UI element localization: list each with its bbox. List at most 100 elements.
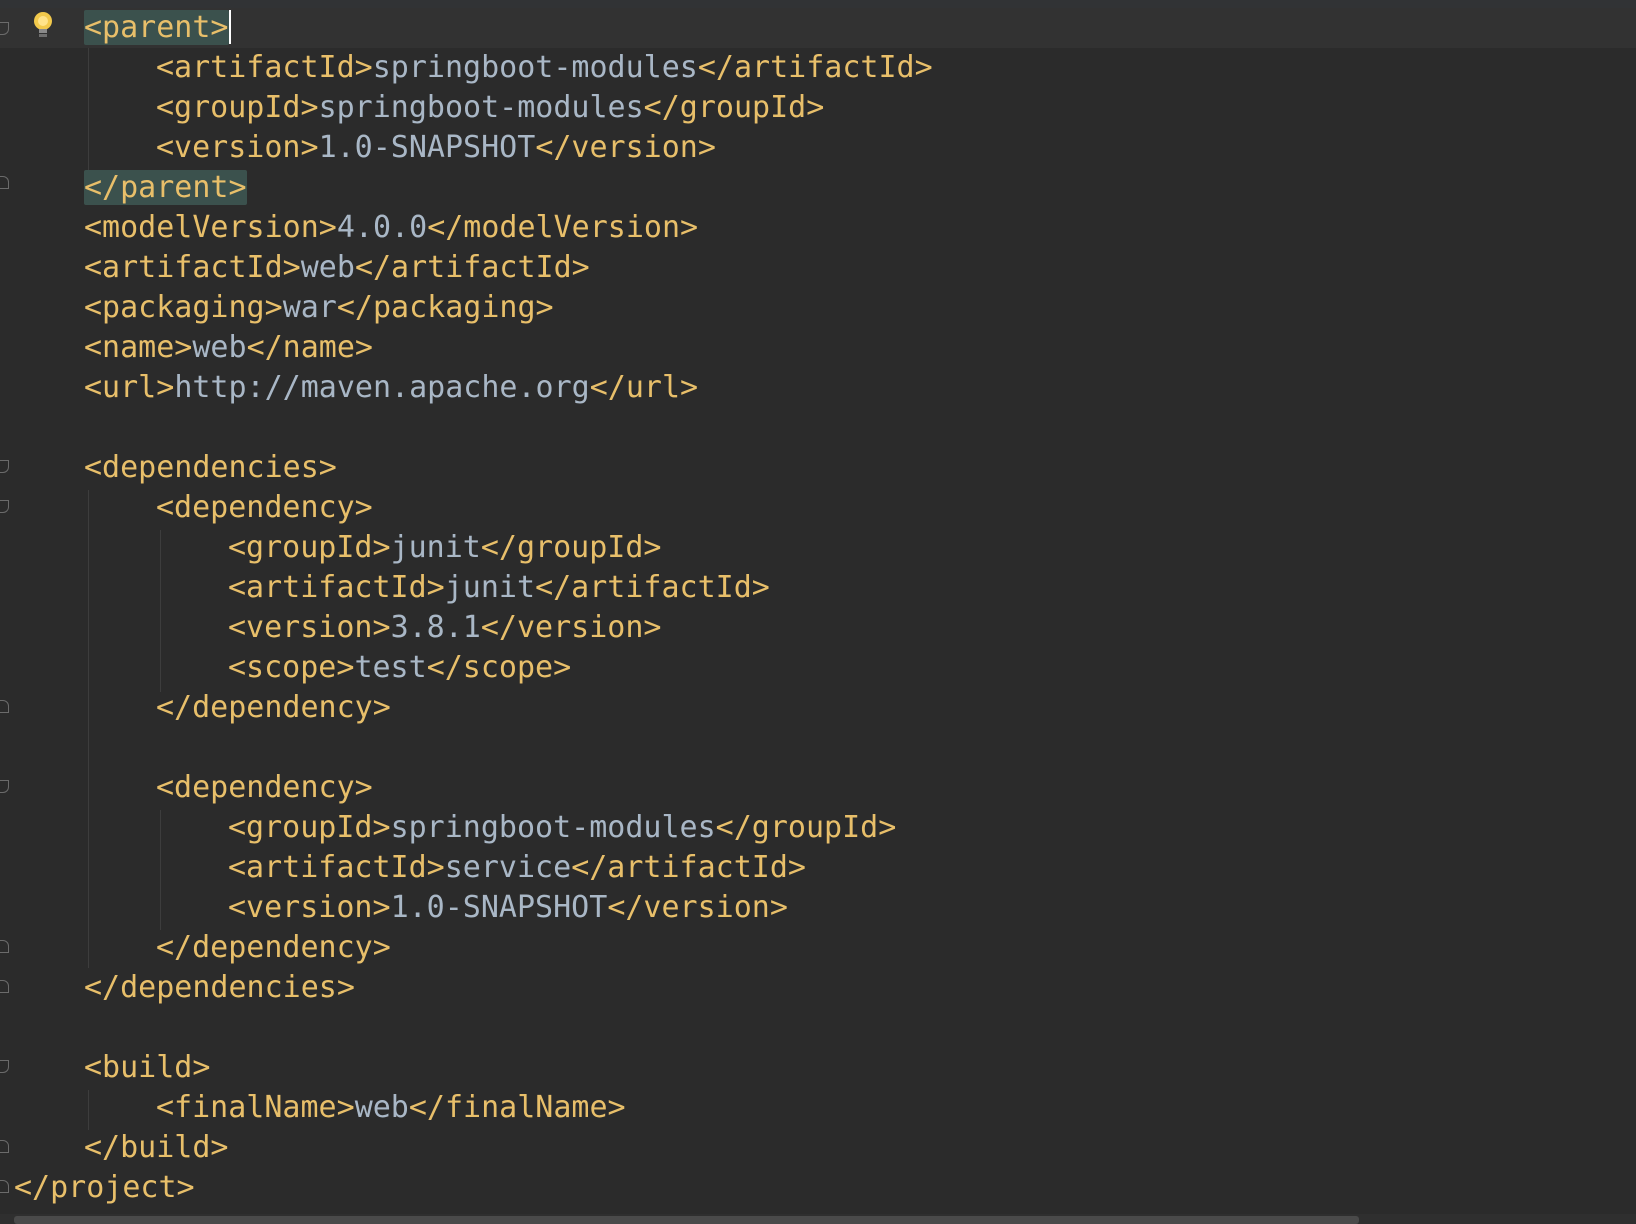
xml-tag: <version> [228,610,391,645]
xml-tag: <artifactId> [156,50,373,85]
xml-tag: <artifactId> [228,570,445,605]
fold-marker-icon[interactable] [0,1140,9,1153]
xml-value: 4.0.0 [336,210,428,245]
xml-value: web [192,330,247,365]
indent-guide [88,48,89,170]
fold-marker-icon[interactable] [0,700,9,713]
previous-line-fragment [0,0,1636,8]
xml-tag: </project> [14,1170,195,1205]
code-line[interactable]: <version>1.0-SNAPSHOT</version> [228,888,788,928]
code-line[interactable]: <artifactId>junit</artifactId> [228,568,770,608]
xml-tag: </artifactId> [571,850,806,885]
xml-value: springboot-modules [390,810,716,845]
xml-tag: </modelVersion> [427,210,699,245]
code-line[interactable]: <dependency> [156,488,373,528]
xml-tag: </parent> [84,170,247,205]
code-line[interactable]: <name>web</name> [84,328,373,368]
xml-tag: </groupId> [480,530,662,565]
xml-tag: </version> [535,130,716,165]
text-cursor [228,9,231,44]
xml-tag: </packaging> [336,290,554,325]
code-line[interactable]: <finalName>web</finalName> [156,1088,626,1128]
code-line[interactable]: </build> [84,1128,229,1168]
xml-tag: <artifactId> [84,250,301,285]
code-line[interactable]: <artifactId>web</artifactId> [84,248,590,288]
xml-tag: <dependency> [156,770,373,805]
code-line[interactable]: <build> [84,1048,210,1088]
xml-value: 1.0-SNAPSHOT [390,890,608,925]
xml-tag: <url> [84,370,175,405]
xml-tag: </build> [84,1130,229,1165]
xml-value: web [300,250,355,285]
xml-tag: </artifactId> [697,50,933,85]
fold-marker-icon[interactable] [0,780,9,793]
code-line[interactable]: <groupId>junit</groupId> [228,528,662,568]
xml-tag: </groupId> [715,810,897,845]
xml-value: web [354,1090,409,1125]
code-line[interactable]: <version>3.8.1</version> [228,608,662,648]
xml-tag: </artifactId> [354,250,590,285]
xml-tag: <groupId> [228,810,391,845]
code-line[interactable]: <dependencies> [84,448,337,488]
xml-value: test [354,650,427,685]
xml-tag: <scope> [228,650,355,685]
xml-value: war [282,290,337,325]
code-editor[interactable]: <parent> <artifactId>springboot-modules<… [0,0,1636,1224]
xml-tag: </groupId> [643,90,825,125]
lightbulb-icon[interactable] [30,10,56,40]
xml-tag: </scope> [426,650,572,685]
code-line[interactable]: <parent> [84,8,231,48]
xml-value: 1.0-SNAPSHOT [318,130,536,165]
xml-tag: <dependency> [156,490,373,525]
code-line[interactable]: </parent> [84,168,247,208]
code-line[interactable]: <artifactId>service</artifactId> [228,848,806,888]
fold-marker-icon[interactable] [0,500,9,513]
indent-guide [88,1090,89,1130]
xml-tag: <version> [156,130,319,165]
xml-tag: <parent> [84,10,229,45]
xml-value: springboot-modules [372,50,698,85]
xml-tag: <dependencies> [84,450,337,485]
xml-tag: <build> [84,1050,211,1085]
code-line[interactable]: <groupId>springboot-modules</groupId> [156,88,824,128]
code-line[interactable]: </dependency> [156,688,391,728]
code-line[interactable]: <version>1.0-SNAPSHOT</version> [156,128,716,168]
code-line[interactable]: <artifactId>springboot-modules</artifact… [156,48,933,88]
xml-value: 3.8.1 [390,610,481,645]
code-line[interactable]: <packaging>war</packaging> [84,288,554,328]
code-line[interactable]: <scope>test</scope> [228,648,571,688]
fold-marker-icon[interactable] [0,22,9,35]
code-line[interactable]: <groupId>springboot-modules</groupId> [228,808,896,848]
code-line[interactable]: <url>http://maven.apache.org</url> [84,368,698,408]
xml-tag: <finalName> [156,1090,355,1125]
xml-tag: <groupId> [156,90,319,125]
xml-tag: </dependency> [156,930,391,965]
fold-marker-icon[interactable] [0,1180,9,1193]
code-line[interactable]: </dependencies> [84,968,355,1008]
fold-gutter [0,0,14,1224]
xml-tag: <packaging> [84,290,283,325]
horizontal-scrollbar-thumb[interactable] [14,1216,1359,1224]
current-line-highlight [0,8,1636,48]
xml-value: junit [390,530,481,565]
xml-tag: </url> [589,370,699,405]
code-line[interactable]: <modelVersion>4.0.0</modelVersion> [84,208,698,248]
fold-marker-icon[interactable] [0,940,9,953]
fold-marker-icon[interactable] [0,460,9,473]
code-line[interactable]: <dependency> [156,768,373,808]
xml-tag: </version> [480,610,662,645]
fold-marker-icon[interactable] [0,1060,9,1073]
xml-tag: <modelVersion> [84,210,337,245]
fold-marker-icon[interactable] [0,176,9,189]
indent-guide [160,810,161,930]
xml-tag: </dependency> [156,690,391,725]
xml-tag: </finalName> [408,1090,626,1125]
xml-value: junit [444,570,536,605]
xml-tag: <artifactId> [228,850,445,885]
xml-value: http://maven.apache.org [174,370,590,405]
xml-tag: <groupId> [228,530,391,565]
code-line[interactable]: </dependency> [156,928,391,968]
fold-marker-icon[interactable] [0,980,9,993]
indent-guide [88,490,89,968]
code-line[interactable]: </project> [14,1168,195,1208]
